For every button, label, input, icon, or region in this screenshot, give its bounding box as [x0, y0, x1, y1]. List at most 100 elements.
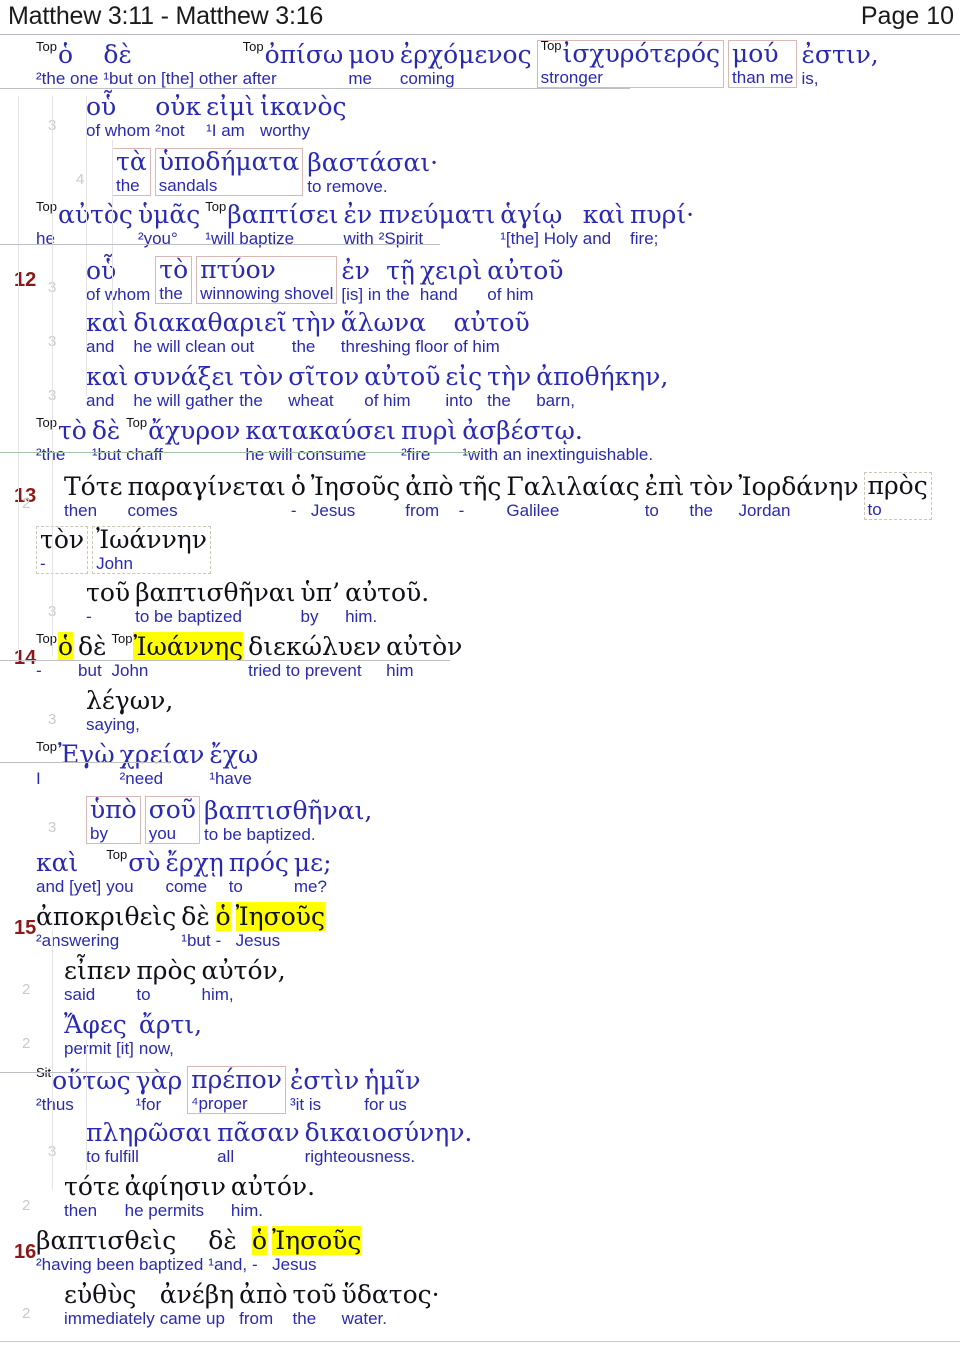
word-cell[interactable]: εἶπεν said	[64, 956, 136, 1004]
greek-token[interactable]: οὗ	[86, 92, 116, 121]
english-gloss[interactable]: -	[40, 554, 84, 573]
word-cell[interactable]: ὑποδήματα sandals	[154, 148, 304, 196]
word-cell[interactable]: τὰ the	[112, 148, 151, 196]
greek-word[interactable]: τὴν	[487, 363, 531, 391]
greek-token[interactable]: Ἰωάννης	[133, 632, 244, 661]
greek-word[interactable]: ἱκανὸς	[260, 93, 347, 121]
greek-word[interactable]: ἀνέβη	[160, 1281, 234, 1309]
greek-token[interactable]: δὲ	[92, 416, 120, 445]
greek-word[interactable]: πρὸς	[136, 957, 196, 985]
greek-token[interactable]: ἁγίῳ	[500, 200, 562, 229]
english-gloss[interactable]: of whom	[86, 121, 150, 140]
greek-word[interactable]: πυρί·	[630, 201, 694, 229]
english-gloss[interactable]: hand	[420, 285, 482, 304]
english-gloss[interactable]: ¹and,	[208, 1255, 247, 1274]
grammar-tag[interactable]: Top	[36, 200, 57, 214]
word-cell[interactable]: οὗ of whom	[86, 257, 155, 304]
word-cell[interactable]: Ἄφες permit [it]	[64, 1011, 139, 1058]
grammar-tag[interactable]: Top	[36, 632, 57, 646]
word-cell[interactable]: οὗ of whom	[86, 92, 155, 140]
greek-word[interactable]: σοῦ	[149, 796, 196, 824]
english-gloss[interactable]: Jesus	[272, 1255, 361, 1274]
greek-word[interactable]: μου	[348, 41, 395, 69]
english-gloss[interactable]: John	[96, 554, 207, 573]
word-cell[interactable]: ἱκανὸς worthy	[260, 93, 352, 140]
greek-word[interactable]: TopἘγὼ	[36, 740, 115, 769]
greek-token[interactable]: δὲ	[78, 632, 106, 661]
greek-token[interactable]: τότε	[64, 1172, 120, 1201]
greek-token[interactable]: βαπτισθῆναι,	[204, 796, 372, 825]
greek-token[interactable]: πρὸς	[868, 471, 928, 500]
greek-token[interactable]: τῇ	[386, 256, 415, 285]
word-cell[interactable]: τὸ the	[155, 255, 193, 304]
word-cell[interactable]: πρὸς to	[136, 957, 201, 1004]
greek-word[interactable]: αὐτοῦ	[364, 363, 440, 391]
greek-word[interactable]: πρέπον	[191, 1065, 282, 1094]
greek-word[interactable]: Topὁ	[36, 632, 74, 661]
greek-word[interactable]: καὶ	[86, 363, 128, 391]
word-cell[interactable]: βαπτισθῆναι to be baptized	[135, 579, 300, 626]
greek-word[interactable]: ἀσβέστῳ.	[462, 416, 653, 445]
word-cell[interactable]: πρὸς to	[863, 471, 932, 520]
english-gloss[interactable]: winnowing shovel	[200, 284, 333, 303]
greek-token[interactable]: τοῦ	[293, 1280, 337, 1309]
word-cell[interactable]: TopἘγὼ I	[36, 740, 120, 788]
word-cell[interactable]: δὲ ¹but	[92, 416, 126, 464]
greek-token[interactable]: πρέπον	[191, 1065, 282, 1094]
greek-token[interactable]: ἐστιν,	[801, 40, 878, 69]
greek-word[interactable]: ἀφίησιν	[125, 1173, 226, 1201]
word-cell[interactable]: πρός to	[229, 849, 294, 896]
english-gloss[interactable]: came up	[160, 1309, 234, 1328]
greek-word[interactable]: τὸ	[159, 255, 188, 284]
greek-token[interactable]: χειρὶ	[420, 256, 482, 285]
greek-word[interactable]: ἄρτι,	[139, 1011, 202, 1039]
greek-word[interactable]: εἶπεν	[64, 956, 131, 985]
word-cell[interactable]: Topσὺ you	[106, 848, 165, 896]
greek-token[interactable]: εἶπεν	[64, 956, 131, 985]
greek-token[interactable]: δὲ	[181, 902, 209, 931]
word-cell[interactable]: ὑπ’ by	[300, 579, 345, 626]
greek-word[interactable]: πρός	[229, 849, 289, 877]
greek-token[interactable]: τοῦ	[86, 578, 130, 607]
word-cell[interactable]: ὁ-	[291, 473, 311, 520]
word-cell[interactable]: σοῦ you	[144, 796, 201, 844]
greek-word[interactable]: τὸν	[689, 473, 733, 501]
greek-token[interactable]: ὁ	[215, 902, 231, 931]
greek-token[interactable]: καὶ	[583, 200, 625, 229]
word-cell[interactable]: πνεύματι ²Spirit	[379, 201, 501, 248]
greek-token[interactable]: τὸ	[159, 255, 188, 284]
greek-word[interactable]: τὴν	[292, 309, 336, 337]
greek-token[interactable]: Ἰωάννην	[96, 525, 207, 554]
greek-token[interactable]: Ἰορδάνην	[738, 472, 858, 501]
greek-word[interactable]: πτύον	[200, 256, 333, 284]
greek-token[interactable]: σῖτον	[288, 362, 359, 391]
english-gloss[interactable]: ⁴proper	[191, 1094, 282, 1113]
word-cell[interactable]: δὲ ¹but	[181, 902, 215, 950]
word-cell[interactable]: Ἰησοῦς Jesus	[311, 473, 405, 520]
greek-word[interactable]: ὑπὸ	[90, 796, 137, 824]
greek-token[interactable]: ἀσβέστῳ.	[462, 416, 583, 445]
word-cell[interactable]: τὸν the	[689, 473, 738, 520]
greek-token[interactable]: ἀποθήκην,	[536, 362, 668, 391]
greek-word[interactable]: καὶ	[86, 309, 128, 337]
greek-word[interactable]: ἀπὸ	[239, 1281, 287, 1309]
greek-token[interactable]: ὕδατος·	[342, 1280, 440, 1309]
english-gloss[interactable]: ¹but	[181, 931, 210, 950]
english-gloss[interactable]: and	[86, 391, 128, 410]
greek-word[interactable]: ἐπὶ	[645, 473, 685, 501]
greek-token[interactable]: πυρὶ	[401, 416, 457, 445]
greek-word[interactable]: συνάξει	[133, 363, 234, 391]
english-gloss[interactable]: saying,	[86, 715, 173, 734]
english-gloss[interactable]: -	[459, 501, 502, 520]
word-cell[interactable]: ὁ-	[215, 902, 236, 950]
english-gloss[interactable]: to fulfill	[86, 1147, 212, 1166]
english-gloss[interactable]: now,	[139, 1039, 202, 1058]
greek-token[interactable]: Τότε	[64, 472, 123, 501]
greek-word[interactable]: καὶ	[583, 200, 625, 229]
word-cell[interactable]: βαπτισθῆναι, to be baptized.	[204, 796, 377, 844]
word-cell[interactable]: ὁ-	[252, 1226, 272, 1274]
word-cell[interactable]: ὑμᾶς ²you°	[138, 201, 205, 248]
grammar-tag[interactable]: Top	[112, 632, 133, 646]
english-gloss[interactable]: is,	[801, 69, 878, 88]
english-gloss[interactable]: fire;	[630, 229, 694, 248]
